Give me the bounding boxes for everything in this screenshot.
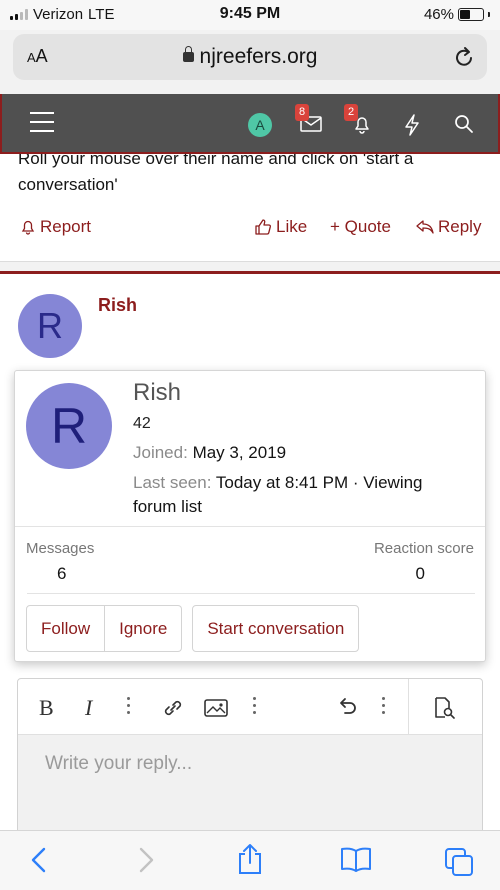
editor-body[interactable] (18, 735, 482, 830)
avatar[interactable]: R (26, 383, 112, 469)
reaction-score-value: 0 (415, 564, 425, 583)
more-options-icon[interactable] (382, 697, 386, 718)
member-actions: Follow Ignore Start conversation (26, 605, 360, 652)
follow-button[interactable]: Follow (26, 605, 106, 652)
like-link[interactable]: Like (254, 217, 307, 237)
reply-editor[interactable]: B I Write your reply... (17, 678, 483, 830)
member-last-seen: Last seen: Today at 8:41 PM · Viewing fo… (133, 473, 423, 516)
lock-icon (182, 46, 194, 62)
status-bar: Verizon LTE 9:45 PM 46% (0, 0, 500, 30)
ignore-button[interactable]: Ignore (105, 605, 183, 652)
inbox-button[interactable]: 8 (295, 104, 322, 137)
quote-link[interactable]: + Quote (330, 217, 391, 237)
more-text-icon[interactable] (127, 697, 131, 718)
bold-button[interactable]: B (39, 695, 54, 721)
messages-label: Messages (26, 540, 95, 557)
share-icon[interactable] (236, 843, 264, 875)
undo-icon[interactable] (336, 696, 358, 718)
browser-toolbar (0, 830, 500, 890)
thumbs-up-icon (255, 219, 271, 235)
forward-icon[interactable] (137, 847, 155, 873)
messages-count: 6 (57, 564, 67, 583)
reload-icon[interactable] (453, 45, 475, 69)
member-name[interactable]: Rish (133, 379, 181, 407)
url-host[interactable]: njreefers.org (13, 45, 487, 69)
member-joined: Joined: May 3, 2019 (133, 443, 287, 462)
reply-link[interactable]: Reply (416, 217, 481, 237)
more-insert-icon[interactable] (253, 697, 257, 718)
editor-toolbar: B I (18, 679, 482, 735)
italic-button[interactable]: I (85, 695, 92, 721)
alerts-button[interactable]: 2 (344, 104, 372, 139)
member-title: 42 (133, 415, 151, 432)
alerts-badge: 2 (344, 104, 358, 121)
back-icon[interactable] (30, 847, 48, 873)
avatar[interactable]: R (18, 294, 82, 358)
reaction-score-label: Reaction score (373, 540, 474, 557)
account-avatar[interactable]: A (248, 113, 272, 137)
report-link[interactable]: Report (20, 217, 91, 237)
reply-arrow-icon (416, 220, 434, 234)
reply-placeholder: Write your reply... (45, 753, 193, 774)
member-popup: R Rish 42 Joined: May 3, 2019 Last seen:… (14, 370, 486, 662)
link-icon[interactable] (161, 697, 185, 719)
address-bar[interactable]: AA njreefers.org (13, 34, 487, 80)
bell-icon (21, 220, 35, 235)
post-username[interactable]: Rish (98, 295, 137, 316)
preview-icon[interactable] (433, 697, 457, 719)
inbox-badge: 8 (295, 104, 309, 121)
tabs-icon[interactable] (444, 847, 474, 877)
forum-navbar: A 8 2 (0, 94, 500, 154)
image-icon[interactable] (204, 698, 228, 718)
battery-icon (458, 8, 484, 21)
post-card: Roll your mouse over their name and clic… (0, 154, 500, 262)
search-icon[interactable] (454, 114, 474, 134)
post-text: Roll your mouse over their name and clic… (18, 154, 414, 194)
bookmarks-icon[interactable] (340, 847, 372, 873)
lightning-icon[interactable] (404, 114, 420, 136)
start-conversation-button[interactable]: Start conversation (192, 605, 360, 652)
menu-icon[interactable] (30, 112, 54, 139)
battery-percent: 46% (423, 6, 454, 23)
battery: 46% (424, 6, 490, 23)
